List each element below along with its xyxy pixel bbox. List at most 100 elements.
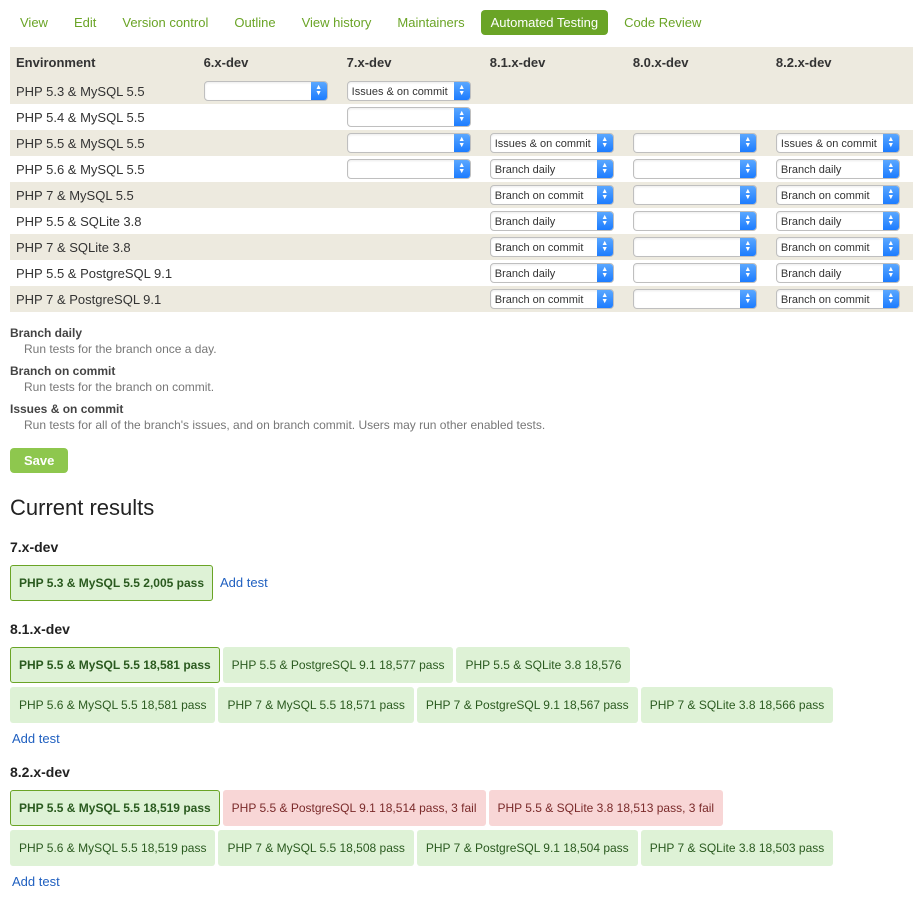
result-chip[interactable]: PHP 5.6 & MySQL 5.5 18,519 pass	[10, 830, 215, 866]
result-chip[interactable]: PHP 5.5 & PostgreSQL 9.1 18,514 pass, 3 …	[223, 790, 486, 826]
schedule-select-value: Branch on commit	[777, 238, 883, 256]
result-chip[interactable]: PHP 7 & SQLite 3.8 18,503 pass	[641, 830, 834, 866]
grid-cell	[627, 78, 770, 104]
schedule-select[interactable]: ▲▼	[633, 133, 757, 153]
result-chip[interactable]: PHP 5.3 & MySQL 5.5 2,005 pass	[10, 565, 213, 601]
schedule-select-value	[634, 160, 740, 178]
schedule-select[interactable]: ▲▼	[633, 237, 757, 257]
schedule-select[interactable]: Branch on commit▲▼	[490, 185, 614, 205]
environment-label: PHP 5.5 & SQLite 3.8	[10, 208, 198, 234]
schedule-select[interactable]: Branch on commit▲▼	[490, 237, 614, 257]
grid-cell: Branch daily▲▼	[484, 260, 627, 286]
definitions: Branch daily Run tests for the branch onc…	[10, 326, 913, 432]
schedule-select[interactable]: Branch daily▲▼	[490, 159, 614, 179]
grid-cell	[627, 104, 770, 130]
definition-term: Branch daily	[10, 326, 913, 340]
schedule-select[interactable]: Branch daily▲▼	[776, 211, 900, 231]
grid-cell: ▲▼	[341, 156, 484, 182]
result-chip[interactable]: PHP 5.5 & MySQL 5.5 18,581 pass	[10, 647, 220, 683]
grid-cell: Branch daily▲▼	[484, 156, 627, 182]
add-test-link[interactable]: Add test	[220, 575, 268, 590]
schedule-select[interactable]: Issues & on commit▲▼	[776, 133, 900, 153]
chevron-updown-icon: ▲▼	[883, 264, 899, 282]
result-chip[interactable]: PHP 7 & MySQL 5.5 18,508 pass	[218, 830, 413, 866]
grid-cell: Branch daily▲▼	[770, 156, 913, 182]
grid-cell	[341, 260, 484, 286]
table-row: PHP 7 & PostgreSQL 9.1Branch on commit▲▼…	[10, 286, 913, 312]
result-chip[interactable]: PHP 5.5 & SQLite 3.8 18,513 pass, 3 fail	[489, 790, 724, 826]
grid-cell: Branch on commit▲▼	[484, 286, 627, 312]
tab-version-control[interactable]: Version control	[112, 10, 218, 35]
schedule-select-value: Issues & on commit	[348, 82, 454, 100]
schedule-select[interactable]: Branch daily▲▼	[490, 263, 614, 283]
grid-cell: ▲▼	[627, 130, 770, 156]
result-chip[interactable]: PHP 5.5 & MySQL 5.5 18,519 pass	[10, 790, 220, 826]
tab-outline[interactable]: Outline	[224, 10, 285, 35]
save-button[interactable]: Save	[10, 448, 68, 473]
tab-edit[interactable]: Edit	[64, 10, 106, 35]
schedule-select[interactable]: ▲▼	[347, 159, 471, 179]
grid-cell: Branch daily▲▼	[770, 208, 913, 234]
schedule-select[interactable]: Issues & on commit▲▼	[347, 81, 471, 101]
schedule-select[interactable]: Branch on commit▲▼	[776, 185, 900, 205]
result-chip[interactable]: PHP 7 & PostgreSQL 9.1 18,567 pass	[417, 687, 638, 723]
schedule-select[interactable]: Branch daily▲▼	[490, 211, 614, 231]
schedule-select[interactable]: ▲▼	[633, 159, 757, 179]
schedule-select[interactable]: Branch daily▲▼	[776, 159, 900, 179]
chevron-updown-icon: ▲▼	[454, 108, 470, 126]
grid-cell: ▲▼	[627, 208, 770, 234]
result-chip[interactable]: PHP 5.6 & MySQL 5.5 18,581 pass	[10, 687, 215, 723]
schedule-select[interactable]: ▲▼	[633, 289, 757, 309]
grid-cell: ▲▼	[627, 286, 770, 312]
schedule-select[interactable]: ▲▼	[633, 263, 757, 283]
grid-cell	[198, 130, 341, 156]
tab-automated-testing[interactable]: Automated Testing	[481, 10, 608, 35]
schedule-select-value	[634, 186, 740, 204]
column-header: 8.2.x-dev	[770, 47, 913, 78]
tab-maintainers[interactable]: Maintainers	[387, 10, 474, 35]
schedule-select-value	[634, 238, 740, 256]
chevron-updown-icon: ▲▼	[883, 186, 899, 204]
tab-view[interactable]: View	[10, 10, 58, 35]
schedule-select[interactable]: ▲▼	[347, 107, 471, 127]
schedule-select[interactable]: ▲▼	[633, 211, 757, 231]
result-chip[interactable]: PHP 7 & PostgreSQL 9.1 18,504 pass	[417, 830, 638, 866]
result-chip[interactable]: PHP 7 & SQLite 3.8 18,566 pass	[641, 687, 834, 723]
environment-label: PHP 7 & MySQL 5.5	[10, 182, 198, 208]
add-test-link[interactable]: Add test	[12, 874, 60, 889]
grid-cell: Branch on commit▲▼	[770, 286, 913, 312]
schedule-select[interactable]: Branch on commit▲▼	[776, 289, 900, 309]
add-test-link[interactable]: Add test	[12, 731, 60, 746]
grid-cell: Branch daily▲▼	[770, 260, 913, 286]
schedule-select-value	[634, 212, 740, 230]
grid-cell	[770, 104, 913, 130]
schedule-select[interactable]: Branch on commit▲▼	[490, 289, 614, 309]
grid-cell: Issues & on commit▲▼	[484, 130, 627, 156]
schedule-select[interactable]: Branch on commit▲▼	[776, 237, 900, 257]
environment-label: PHP 5.5 & PostgreSQL 9.1	[10, 260, 198, 286]
schedule-select-value: Branch on commit	[491, 290, 597, 308]
schedule-select[interactable]: ▲▼	[347, 133, 471, 153]
grid-cell	[484, 104, 627, 130]
schedule-select-value	[348, 160, 454, 178]
schedule-select-value: Branch daily	[491, 264, 597, 282]
grid-cell	[341, 286, 484, 312]
definition-desc: Run tests for the branch once a day.	[24, 342, 913, 356]
tab-view-history[interactable]: View history	[292, 10, 382, 35]
result-chip[interactable]: PHP 5.5 & PostgreSQL 9.1 18,577 pass	[223, 647, 454, 683]
table-row: PHP 5.5 & PostgreSQL 9.1Branch daily▲▼▲▼…	[10, 260, 913, 286]
schedule-select-value	[205, 82, 311, 100]
grid-cell: Branch on commit▲▼	[770, 182, 913, 208]
schedule-select[interactable]: Issues & on commit▲▼	[490, 133, 614, 153]
schedule-select[interactable]: Branch daily▲▼	[776, 263, 900, 283]
chevron-updown-icon: ▲▼	[597, 238, 613, 256]
result-chip[interactable]: PHP 7 & MySQL 5.5 18,571 pass	[218, 687, 413, 723]
result-chip[interactable]: PHP 5.5 & SQLite 3.8 18,576	[456, 647, 630, 683]
schedule-select[interactable]: ▲▼	[204, 81, 328, 101]
schedule-select-value: Issues & on commit	[491, 134, 597, 152]
tab-code-review[interactable]: Code Review	[614, 10, 711, 35]
schedule-select[interactable]: ▲▼	[633, 185, 757, 205]
chevron-updown-icon: ▲▼	[883, 160, 899, 178]
testing-grid: Environment6.x-dev7.x-dev8.1.x-dev8.0.x-…	[10, 47, 913, 312]
grid-cell	[341, 182, 484, 208]
